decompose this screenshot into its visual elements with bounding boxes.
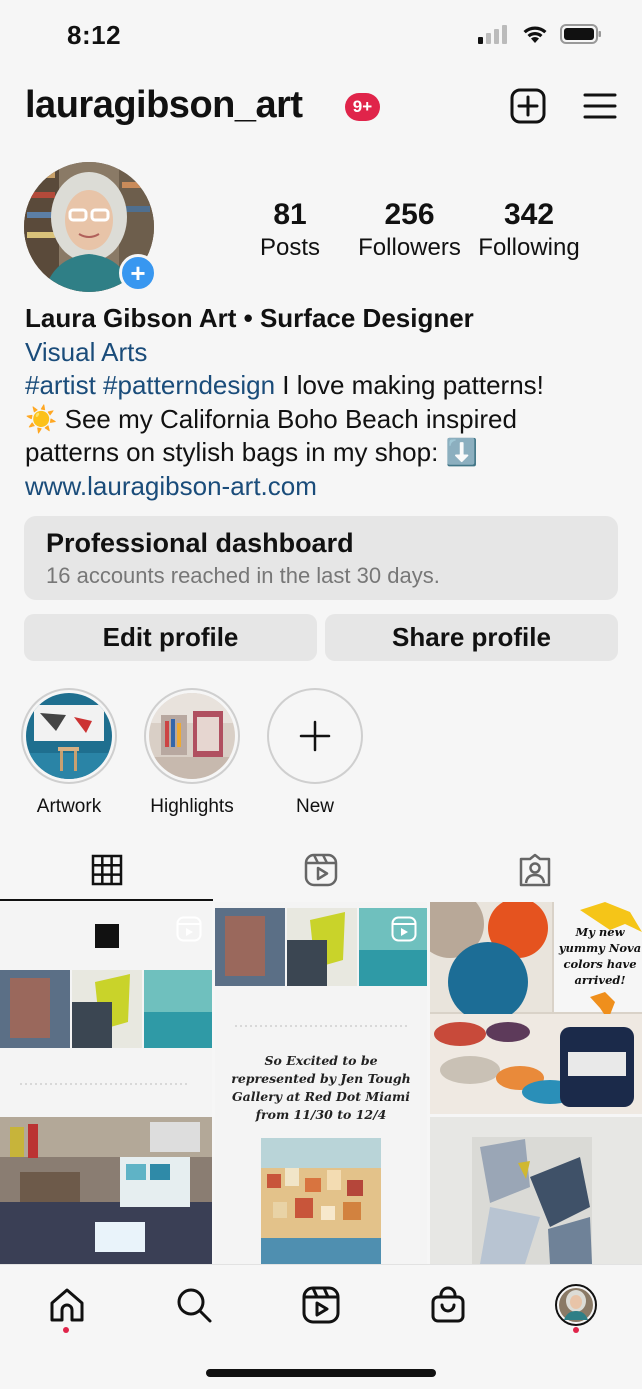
edit-profile-button[interactable]: Edit profile [24, 614, 317, 661]
highlight-artwork[interactable]: Artwork [21, 688, 117, 818]
bio-line-1: #artist #patterndesign I love making pat… [25, 370, 544, 400]
home-icon [50, 1288, 84, 1322]
hashtag-patterndesign[interactable]: #patterndesign [103, 370, 275, 400]
bio-line-3: patterns on stylish bags in my shop: ⬇️ [25, 437, 478, 467]
reels-icon [302, 1286, 340, 1324]
highlight-label: Highlights [150, 796, 234, 817]
highlight-label: Artwork [36, 796, 102, 817]
highlight-ring [21, 688, 117, 784]
cellular-signal-icon [478, 25, 507, 44]
home-indicator [206, 1369, 436, 1377]
wifi-icon [523, 26, 547, 43]
grid-icon [91, 854, 123, 886]
nav-search[interactable] [172, 1283, 216, 1327]
nav-shop[interactable] [426, 1283, 470, 1327]
post-2-caption: So Excited to be represented by Jen Toug… [231, 1053, 411, 1122]
profile-bio: Laura Gibson Art • Surface Designer Visu… [25, 302, 625, 503]
post-tile-4[interactable] [430, 1117, 642, 1264]
nav-profile[interactable] [554, 1283, 598, 1327]
tab-active-indicator [0, 899, 213, 901]
posts-stat[interactable]: 81 Posts [245, 198, 335, 262]
followers-label: Followers [358, 234, 461, 261]
notification-badge[interactable]: 9+ [345, 93, 380, 121]
tab-grid[interactable] [0, 838, 214, 902]
category-label[interactable]: Visual Arts [25, 336, 625, 370]
highlight-label: New [295, 796, 334, 817]
profile-avatar-icon [555, 1284, 597, 1326]
status-bar: 8:12 [0, 0, 642, 72]
bio-line-2: ☀️ See my California Boho Beach inspired [25, 403, 517, 434]
share-profile-button[interactable]: Share profile [325, 614, 618, 661]
display-name: Laura Gibson Art • Surface Designer [25, 303, 474, 333]
shopping-bag-icon [431, 1286, 465, 1323]
website-link[interactable]: www.lauragibson-art.com [25, 470, 625, 504]
followers-stat[interactable]: 256 Followers [352, 198, 467, 262]
post-grid: So Excited to be represented by Jen Toug… [0, 902, 642, 1264]
highlight-ring [267, 688, 363, 784]
reel-badge-icon [391, 916, 417, 942]
add-story-plus-icon[interactable]: + [119, 254, 157, 292]
posts-count: 81 [273, 198, 307, 231]
hashtag-artist[interactable]: #artist [25, 370, 96, 400]
highlight-new[interactable]: New [267, 688, 363, 818]
profile-activity-dot [573, 1327, 579, 1333]
create-post-icon[interactable] [510, 88, 546, 124]
highlight-highlights-cover [149, 693, 235, 779]
followers-count: 256 [384, 198, 435, 231]
highlight-highlights[interactable]: Highlights [144, 688, 240, 818]
post-tile-1[interactable] [0, 902, 212, 1264]
highlight-artwork-cover [26, 693, 112, 779]
tab-tagged[interactable] [428, 838, 642, 902]
following-count: 342 [503, 198, 555, 231]
menu-icon[interactable] [582, 88, 618, 124]
post-3-caption: My new yummy Nova colors have arrived! [558, 925, 642, 987]
posts-label: Posts [259, 234, 321, 261]
nav-reels[interactable] [299, 1283, 343, 1327]
post-tile-3[interactable]: My new yummy Nova colors have arrived! [430, 902, 642, 1114]
status-time: 8:12 [67, 20, 122, 50]
post-tile-2[interactable]: So Excited to be represented by Jen Toug… [215, 902, 427, 1264]
dashboard-title: Professional dashboard [46, 528, 354, 558]
battery-icon [560, 24, 601, 44]
tagged-person-icon [519, 853, 551, 887]
bio-text-1: I love making patterns! [275, 370, 544, 400]
following-stat[interactable]: 342 Following [473, 198, 585, 262]
following-label: Following [478, 234, 580, 261]
username-title[interactable]: lauragibson_art [25, 84, 303, 127]
profile-avatar[interactable]: + [24, 162, 157, 292]
highlight-ring [144, 688, 240, 784]
professional-dashboard[interactable]: Professional dashboard 16 accounts reach… [24, 516, 618, 600]
reels-icon [304, 853, 338, 887]
reel-badge-icon [176, 916, 202, 942]
profile-header: lauragibson_art 9+ [0, 78, 642, 138]
dashboard-subtitle: 16 accounts reached in the last 30 days. [46, 563, 440, 588]
search-icon [177, 1288, 212, 1323]
status-icons [478, 24, 602, 44]
plus-icon [299, 720, 331, 752]
home-activity-dot [63, 1327, 69, 1333]
nav-home[interactable] [45, 1283, 89, 1327]
profile-tabs [0, 838, 642, 902]
tab-reels[interactable] [214, 838, 428, 902]
